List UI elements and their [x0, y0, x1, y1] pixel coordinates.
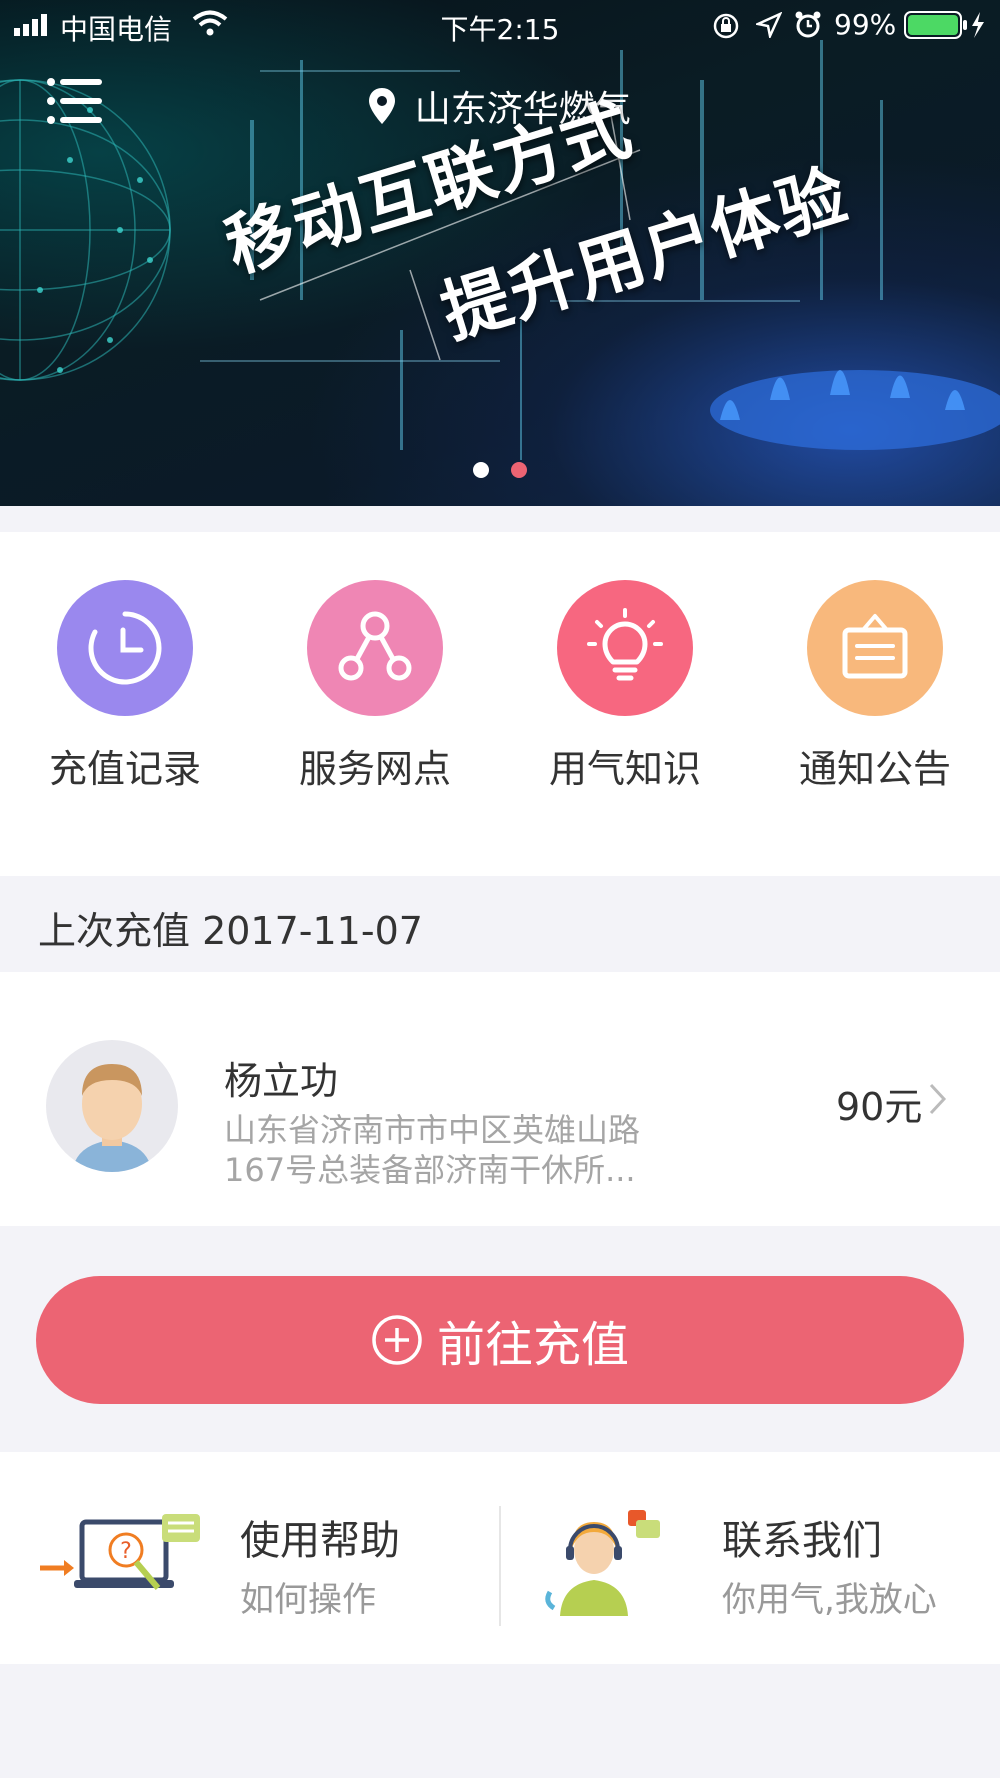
usage-help-title: 使用帮助 [240, 1518, 400, 1564]
contact-us-title: 联系我们 [722, 1518, 882, 1564]
quick-action-recharge-records[interactable]: 充值记录 [15, 580, 235, 793]
quick-action-service-outlets[interactable]: 服务网点 [265, 580, 485, 793]
quick-action-notices[interactable]: 通知公告 [765, 580, 985, 793]
user-avatar-icon [72, 1064, 152, 1172]
quick-action-icon-bg [557, 580, 693, 716]
quick-action-gas-knowledge[interactable]: 用气知识 [515, 580, 735, 793]
go-recharge-button[interactable]: 前往充值 [36, 1276, 964, 1404]
quick-action-label: 通知公告 [798, 747, 951, 791]
quick-action-icon-bg [807, 580, 943, 716]
user-address-line2: 167号总装备部济南干休所... [224, 1151, 636, 1189]
battery-icon [904, 11, 984, 39]
banner-carousel[interactable]: 中国电信 下午2:15 99% 山东济华燃气 移动互联方式 提升用户体验 [0, 0, 1000, 506]
status-bar: 中国电信 下午2:15 99% [0, 0, 1000, 50]
user-amount: 90元 [836, 1085, 923, 1129]
avatar [46, 1040, 178, 1172]
battery-percentage: 99% [834, 8, 897, 41]
usage-help-subtitle: 如何操作 [240, 1580, 376, 1620]
network-icon [338, 611, 412, 681]
carousel-indicator [0, 462, 1000, 482]
user-address-line1: 山东省济南市市中区英雄山路 [224, 1111, 641, 1149]
customer-service-icon [545, 1510, 660, 1616]
contact-us-subtitle: 你用气,我放心 [722, 1580, 937, 1620]
quick-action-icon-bg [57, 580, 193, 716]
svg-text:?: ? [120, 1539, 132, 1564]
user-address: 山东省济南市市中区英雄山路 167号总装备部济南干休所... [224, 1110, 724, 1190]
carousel-dot-2-active[interactable] [511, 462, 527, 478]
go-recharge-label: 前往充值 [436, 1317, 629, 1373]
help-computer-icon: ? [40, 1514, 200, 1590]
quick-action-label: 服务网点 [298, 747, 451, 791]
plus-circle-icon [372, 1315, 422, 1365]
clock-icon [88, 611, 162, 685]
contact-us-item[interactable]: 联系我们 你用气,我放心 [500, 1452, 1000, 1664]
quick-action-icon-bg [307, 580, 443, 716]
carousel-dot-1[interactable] [473, 462, 489, 478]
user-name: 杨立功 [224, 1059, 339, 1103]
quick-action-label: 用气知识 [548, 747, 701, 791]
usage-help-item[interactable]: ? 使用帮助 如何操作 [0, 1452, 500, 1664]
user-account-card[interactable]: 杨立功 山东省济南市市中区英雄山路 167号总装备部济南干休所... 90元 [0, 972, 1000, 1226]
location-arrow-icon [756, 12, 782, 38]
last-recharge-date: 上次充值 2017-11-07 [0, 876, 1000, 972]
quick-actions-panel: 充值记录 服务网点 用气知识 通知公告 [0, 532, 1000, 876]
notice-board-icon [842, 614, 908, 679]
chevron-right-icon [929, 1083, 947, 1115]
help-panel: ? 使用帮助 如何操作 联系我们 你用气,我放心 [0, 1452, 1000, 1664]
orientation-lock-icon [713, 13, 739, 39]
location-pin-icon [369, 88, 396, 124]
lightbulb-icon [587, 608, 663, 681]
quick-action-label: 充值记录 [48, 747, 201, 791]
alarm-icon [795, 11, 821, 38]
